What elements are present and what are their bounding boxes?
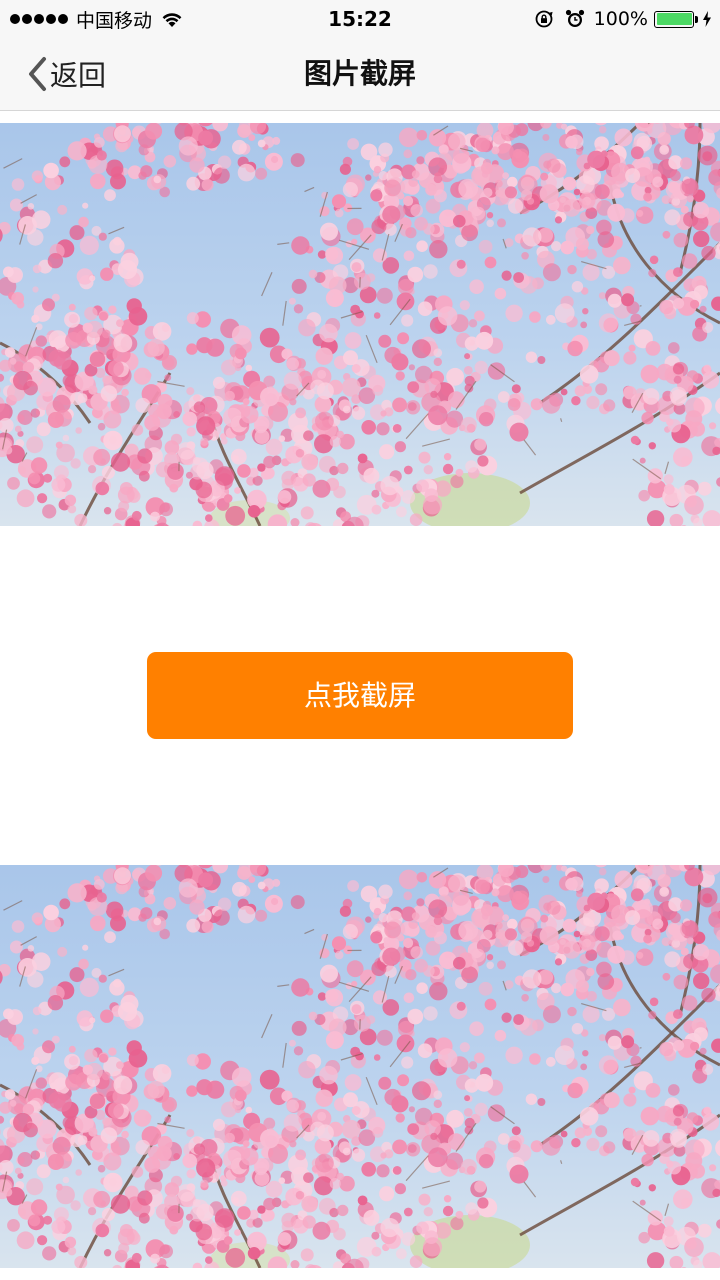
page-title: 图片截屏 [303, 57, 416, 90]
battery-level [656, 13, 692, 25]
navigation-bar: 返回 图片截屏 [0, 38, 720, 111]
battery-icon [654, 10, 694, 28]
cherry-blossom-image-bottom [0, 865, 720, 1268]
cherry-blossom-image-top [0, 123, 720, 526]
rotation-lock-icon [535, 10, 553, 28]
back-label: 返回 [50, 59, 107, 92]
screen: 中国移动 15:22 100% 返回 图片截屏 点我截屏 [0, 0, 720, 1280]
cherry-blossom-photo [0, 123, 720, 526]
battery-tip [695, 15, 698, 23]
status-right: 100% [534, 6, 712, 32]
chevron-left-icon [29, 57, 46, 91]
battery-percent: 100% [593, 8, 648, 30]
back-button[interactable]: 返回 [26, 54, 106, 94]
cherry-blossom-photo [0, 865, 720, 1268]
screenshot-button[interactable]: 点我截屏 [147, 652, 573, 739]
status-bar: 中国移动 15:22 100% [0, 0, 720, 38]
charging-bolt-icon [703, 11, 711, 27]
alarm-icon [565, 9, 584, 27]
